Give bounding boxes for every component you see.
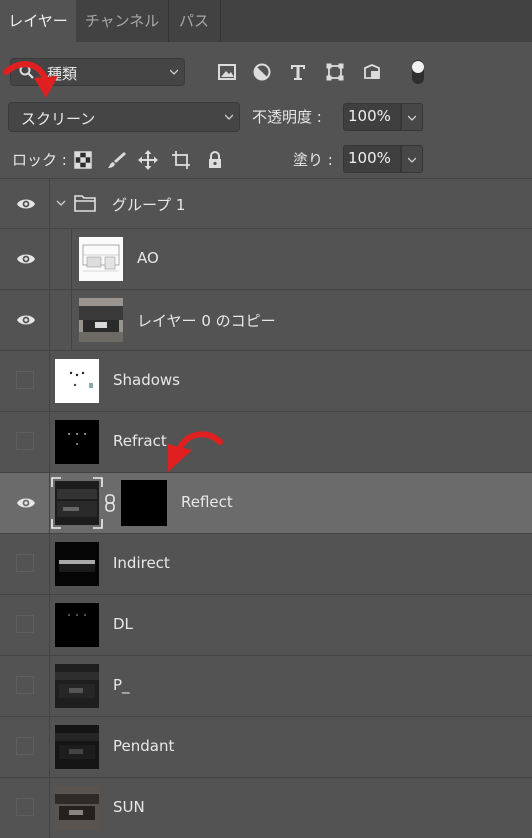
lock-artboard-icon[interactable] xyxy=(171,150,191,170)
visibility-toggle[interactable] xyxy=(0,290,50,350)
layer-thumbnail xyxy=(55,603,99,647)
blend-row: スクリーン 不透明度 : 100% xyxy=(0,100,532,134)
eye-icon xyxy=(17,254,35,264)
layer-thumbnail xyxy=(55,725,99,769)
link-chain-icon[interactable] xyxy=(104,494,116,512)
layer-row-dl[interactable]: DL xyxy=(0,594,532,655)
layer-name: Indirect xyxy=(113,554,170,572)
visibility-checkbox-empty xyxy=(16,554,34,572)
eye-icon xyxy=(17,315,35,325)
visibility-checkbox-empty xyxy=(16,432,34,450)
folder-icon xyxy=(74,195,96,212)
layer-thumbnail xyxy=(55,786,99,830)
visibility-toggle[interactable] xyxy=(0,534,50,594)
visibility-checkbox-empty xyxy=(16,798,34,816)
layer-row-group[interactable]: グループ 1 xyxy=(0,178,532,229)
fill-label: 塗り : xyxy=(293,151,333,169)
chevron-down-icon xyxy=(408,115,416,121)
lock-image-pixels-brush-icon[interactable] xyxy=(107,150,127,170)
layer-name: DL xyxy=(113,615,133,633)
eye-icon xyxy=(17,498,35,508)
fill-value: 100% xyxy=(348,149,391,167)
opacity-dropdown-button[interactable] xyxy=(401,103,423,131)
layer-name: P_ xyxy=(113,676,130,694)
visibility-toggle[interactable] xyxy=(0,595,50,655)
layer-name: AO xyxy=(137,249,159,267)
layer-mask-thumbnail[interactable] xyxy=(121,480,167,526)
visibility-toggle[interactable] xyxy=(0,351,50,411)
lock-position-move-icon[interactable] xyxy=(138,150,158,170)
visibility-toggle[interactable] xyxy=(0,656,50,716)
layer-thumbnail xyxy=(55,542,99,586)
layer-thumbnail xyxy=(79,298,123,342)
tab-layers[interactable]: レイヤー xyxy=(0,0,76,42)
chevron-down-icon xyxy=(170,69,178,75)
layer-row-ao[interactable]: AO xyxy=(0,228,532,289)
shape-layer-filter-icon[interactable] xyxy=(325,62,345,82)
layer-name: Pendant xyxy=(113,737,175,755)
opacity-input[interactable]: 100% xyxy=(343,103,401,131)
layer-name: Shadows xyxy=(113,371,181,389)
layer-row-refract[interactable]: Refract xyxy=(0,411,532,472)
layer-thumbnail xyxy=(79,237,123,281)
filter-row: 種類 xyxy=(0,54,532,92)
smart-object-filter-icon[interactable] xyxy=(362,62,382,82)
filter-toggle-switch-icon[interactable] xyxy=(408,58,428,86)
layer-row-pendant[interactable]: Pendant xyxy=(0,716,532,777)
annotation-arrow-icon xyxy=(3,61,58,98)
group-indent xyxy=(50,229,72,289)
lock-label: ロック : xyxy=(12,151,67,169)
visibility-checkbox-empty xyxy=(16,371,34,389)
opacity-value: 100% xyxy=(348,107,391,125)
fill-dropdown-button[interactable] xyxy=(401,145,423,173)
lock-transparent-pixels-icon[interactable] xyxy=(73,150,93,170)
group-indent xyxy=(50,290,72,350)
layer-row-indirect[interactable]: Indirect xyxy=(0,533,532,594)
tab-channels[interactable]: チャンネル xyxy=(76,0,169,42)
layer-thumbnail[interactable] xyxy=(51,477,103,529)
lock-all-padlock-icon[interactable] xyxy=(205,150,225,170)
layer-thumbnail xyxy=(55,420,99,464)
layer-row-p[interactable]: P_ xyxy=(0,655,532,716)
pixel-layer-filter-icon[interactable] xyxy=(217,62,237,82)
tab-paths[interactable]: パス xyxy=(168,0,221,42)
visibility-checkbox-empty xyxy=(16,737,34,755)
visibility-checkbox-empty xyxy=(16,615,34,633)
layer-name: SUN xyxy=(113,798,145,816)
lock-row: ロック : 塗り : 100% xyxy=(0,144,532,176)
chevron-down-icon xyxy=(408,157,416,163)
layer-row-reflect[interactable]: Reflect xyxy=(0,472,532,533)
annotation-arrow-icon xyxy=(168,431,223,472)
visibility-toggle[interactable] xyxy=(0,229,50,289)
type-layer-filter-icon[interactable] xyxy=(288,62,308,82)
fill-input[interactable]: 100% xyxy=(343,145,401,173)
blend-mode-select[interactable]: スクリーン xyxy=(8,102,240,132)
layer-row-shadows[interactable]: Shadows xyxy=(0,350,532,411)
opacity-label: 不透明度 : xyxy=(252,108,322,126)
visibility-toggle[interactable] xyxy=(0,412,50,472)
eye-icon xyxy=(17,199,35,209)
layer-thumbnail xyxy=(55,359,99,403)
blend-mode-value: スクリーン xyxy=(21,110,96,128)
chevron-down-icon[interactable] xyxy=(56,199,66,207)
chevron-down-icon xyxy=(225,114,233,120)
layer-name: Reflect xyxy=(181,493,233,511)
visibility-toggle[interactable] xyxy=(0,473,50,533)
layer-row-layer0-copy[interactable]: レイヤー 0 のコピー xyxy=(0,289,532,350)
panel-tab-bar: レイヤー チャンネル パス xyxy=(0,0,532,42)
layer-name: レイヤー 0 のコピー xyxy=(137,312,276,330)
layer-name: Refract xyxy=(113,432,167,450)
layer-row-sun[interactable]: SUN xyxy=(0,777,532,838)
visibility-toggle[interactable] xyxy=(0,179,50,229)
visibility-toggle[interactable] xyxy=(0,778,50,838)
layer-name: グループ 1 xyxy=(112,196,186,214)
layer-thumbnail xyxy=(55,664,99,708)
visibility-checkbox-empty xyxy=(16,676,34,694)
adjustment-layer-filter-icon[interactable] xyxy=(252,62,272,82)
visibility-toggle[interactable] xyxy=(0,717,50,777)
